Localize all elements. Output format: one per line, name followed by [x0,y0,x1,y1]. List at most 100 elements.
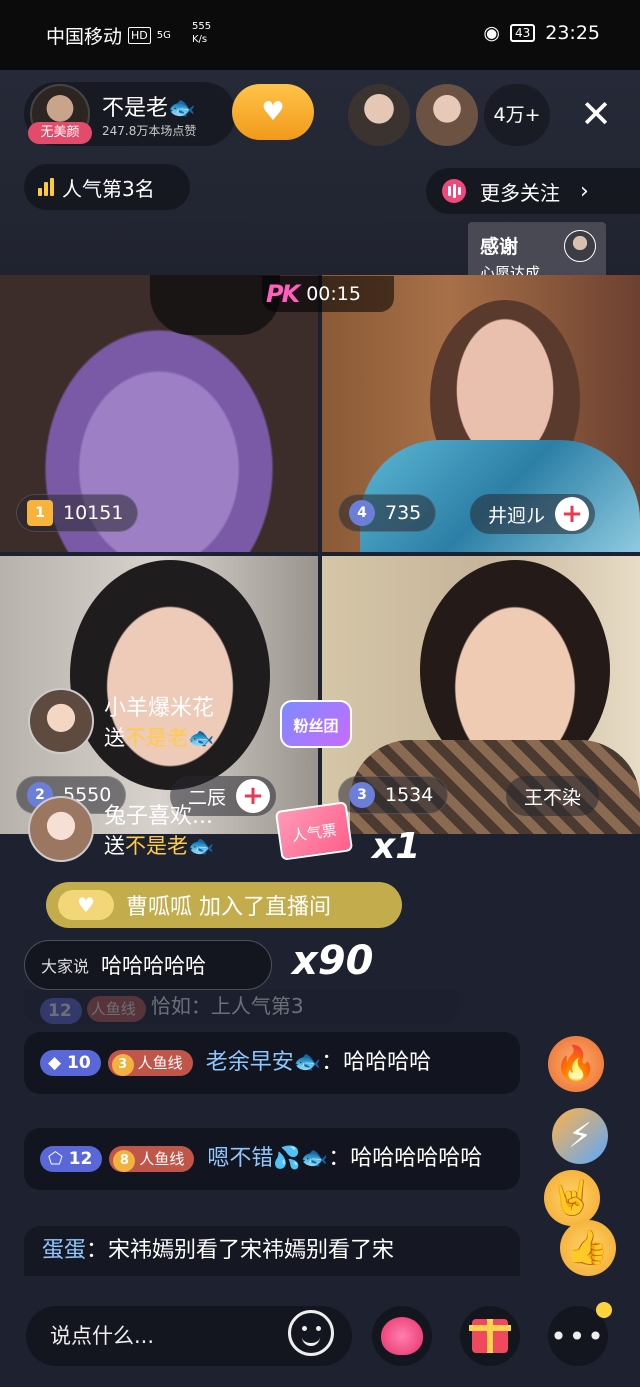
popularity-rank[interactable]: 人气第3名 [24,164,190,210]
chat-text: ：宋祎嫣别看了宋祎嫣别看了宋 [86,1238,395,1263]
chant-bubble[interactable]: 大家说 哈哈哈哈哈 [24,940,272,990]
host-likes: 247.8万本场点赞 [102,124,197,138]
fire-reaction-icon[interactable]: 🔥 [548,1036,604,1092]
rank-label: 人气第3名 [62,176,155,201]
wish-avatar [564,230,596,262]
heart-icon: ♥ [58,890,114,920]
chat-message-faded: 12 人鱼线 恰如：上人气第3 [24,990,460,1024]
follow-button[interactable]: ♥ [232,84,314,140]
gift-target: 送不是老🐟 [104,722,214,752]
chat-username[interactable]: 嗯不错💦🐟 [207,1146,328,1171]
fan-badge: 8 人鱼线 [109,1146,195,1172]
chant-label: 大家说 [41,957,90,976]
gift-target: 送不是老🐟 [104,830,214,860]
lightning-reaction-icon[interactable]: ⚡ [552,1108,608,1164]
video-subject [70,560,270,790]
clock: 23:25 [545,22,600,44]
gift-notice: 兔子喜欢... 送不是老🐟 [28,796,214,862]
smile-icon[interactable] [288,1310,334,1356]
fan-badge: 人鱼线 [86,995,146,1022]
eye-icon: ◉ [483,22,500,44]
status-left: 中国移动 HD 5G [46,22,171,49]
host-tag: 无美颜 [28,122,92,144]
chat-message[interactable]: ⬠ 12 8 人鱼线 嗯不错💦🐟：哈哈哈哈哈哈 [24,1128,520,1190]
signal-icon: 5G [156,29,171,41]
pk-time: 00:15 [306,283,361,305]
bars-icon [38,178,54,196]
bars-icon [442,179,466,203]
viewer-count[interactable]: 4万+ [484,84,550,146]
plus-icon[interactable]: + [555,497,590,531]
wish-title: 感谢 [480,236,519,258]
hd-badge: HD [128,27,151,44]
ticket-gift-icon: 人气票 [274,801,354,861]
chevron-right-icon: › [580,178,589,204]
gift-sender-avatar[interactable] [28,796,94,862]
thumbs-up-icon[interactable]: 👍 [560,1220,616,1276]
gift-combo-count: x1 [372,826,421,867]
fan-badge: 3 人鱼线 [107,1050,193,1076]
chat-text: ：哈哈哈哈 [321,1050,432,1075]
heart-plus-icon: ♥ [261,97,285,127]
tile-score[interactable]: 1 10151 [16,494,139,532]
close-icon[interactable]: ✕ [578,90,614,138]
guest-name: 井迥ル [488,504,546,527]
rock-hand-icon[interactable]: 🤘 [544,1170,600,1226]
battery-icon: 43 [509,24,536,42]
rank-badge: 3 [349,782,375,808]
plus-icon[interactable]: + [236,779,271,813]
chat-text: 恰如：上人气第3 [150,994,304,1018]
score-value: 735 [385,502,422,524]
more-follow-button[interactable]: 更多关注 › [426,168,640,214]
chat-text: ：哈哈哈哈哈哈 [328,1146,483,1171]
more-follow-label: 更多关注 [480,180,560,205]
speed-value: 555 [192,21,212,32]
video-subject [150,275,280,335]
fan-club-name: 人鱼线 [139,1150,185,1168]
gift-sender-name: 兔子喜欢... [104,804,213,829]
chant-text: 哈哈哈哈哈 [101,954,207,978]
fan-level: 3 [111,1054,134,1076]
notification-dot [596,1302,612,1318]
status-right: ◉ 43 23:25 [483,22,600,44]
level-badge: ◆ 10 [40,1050,101,1076]
gift-sender-name: 小羊爆米花 [104,696,215,721]
rank-badge: 4 [349,500,375,526]
tile-score[interactable]: 4 735 [338,494,437,532]
score-value: 10151 [63,502,124,524]
guest-name-pill[interactable]: 井迥ル + [470,494,596,534]
chant-count: x90 [292,938,374,984]
chat-message[interactable]: ◆ 10 3 人鱼线 老余早安🐟：哈哈哈哈 [24,1032,520,1094]
fan-club-gift-icon: 粉丝团 [280,700,352,748]
pk-timer: PK 00:15 [262,276,394,312]
heart-icon [381,1317,423,1355]
tile-score[interactable]: 3 1534 [338,776,449,814]
more-icon: ••• [550,1319,606,1353]
join-text: 曹呱呱 加入了直播间 [126,895,331,920]
gift-to-prefix: 送 [104,726,125,750]
viewer-avatar[interactable] [348,84,410,146]
level-value: 10 [67,1053,91,1073]
host-name[interactable]: 不是老🐟 [102,90,195,122]
chat-message[interactable]: 蛋蛋：宋祎嫣别看了宋祎嫣别看了宋 [24,1226,520,1276]
carrier-name: 中国移动 [46,26,123,48]
viewer-avatar[interactable] [416,84,478,146]
fan-level: 8 [113,1150,136,1172]
gift-to-name: 不是老🐟 [125,726,215,750]
chat-username[interactable]: 蛋蛋 [42,1238,86,1263]
gift-button[interactable] [460,1306,520,1366]
network-speed: 555 K/s [192,20,211,46]
fan-club-name: 人鱼线 [137,1054,183,1072]
speed-unit: K/s [192,34,208,45]
level-badge: ⬠ 12 [40,1146,103,1172]
level-value: 12 [68,1149,93,1169]
gift-notice: 小羊爆米花 送不是老🐟 [28,688,214,754]
gift-sender-avatar[interactable] [28,688,94,754]
guest-name-pill[interactable]: 王不染 [506,776,600,816]
join-notice: ♥ 曹呱呱 加入了直播间 [46,882,402,928]
chat-username[interactable]: 老余早安🐟 [206,1050,321,1075]
like-button[interactable] [372,1306,432,1366]
gift-to-name: 不是老🐟 [125,834,215,858]
score-value: 1534 [385,784,434,806]
guest-name: 王不染 [524,786,582,809]
